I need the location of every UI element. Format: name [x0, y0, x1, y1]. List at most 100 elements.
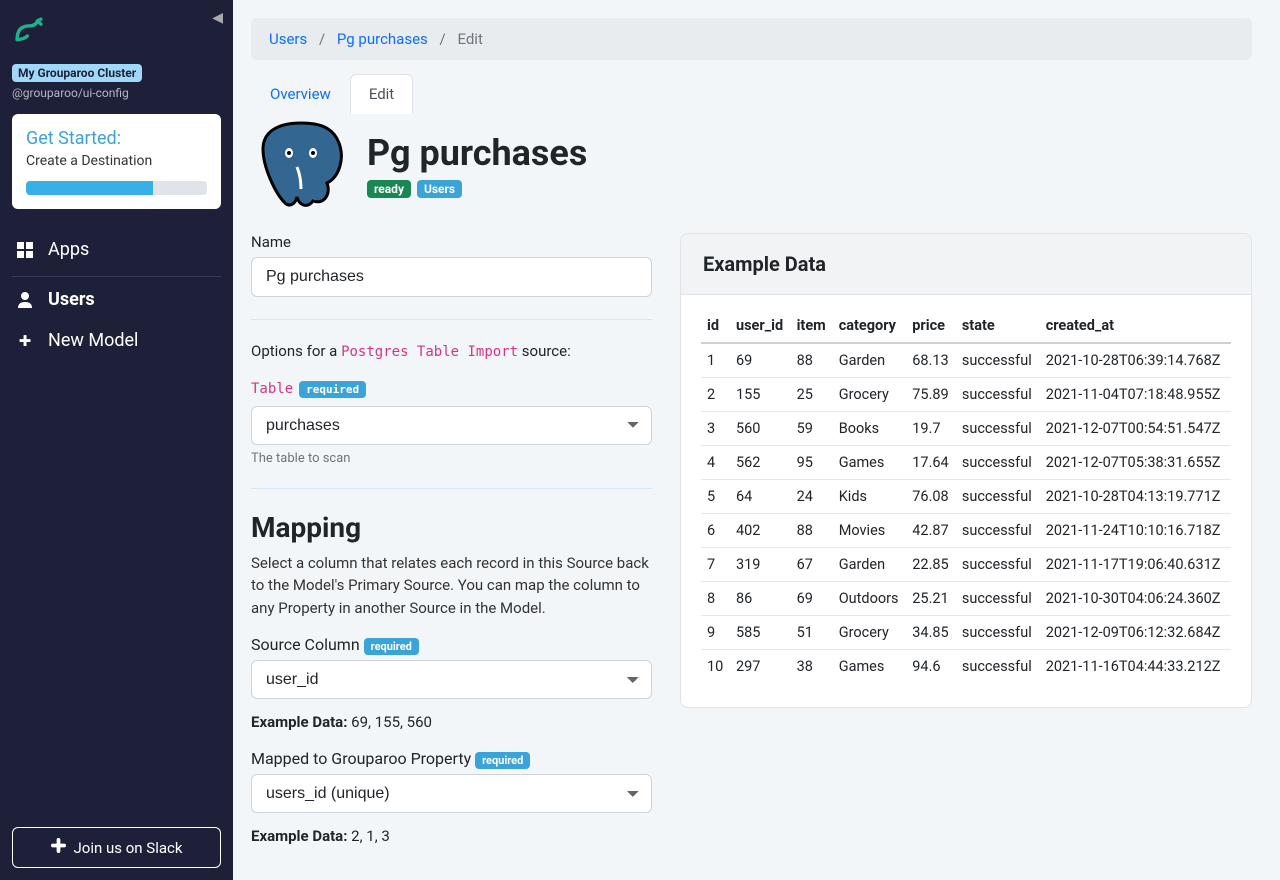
- progress-bar: [26, 181, 207, 195]
- table-cell: successful: [956, 514, 1040, 548]
- get-started-subtitle: Create a Destination: [26, 153, 207, 169]
- table-cell: 8: [701, 582, 730, 616]
- table-cell: 38: [791, 650, 833, 684]
- sidebar-item-apps[interactable]: Apps: [12, 229, 221, 270]
- table-cell: successful: [956, 378, 1040, 412]
- table-cell: 76.08: [906, 480, 956, 514]
- mapped-example-data: Example Data: 2, 1, 3: [251, 827, 652, 845]
- table-row: 56424Kids76.08successful2021-10-28T04:13…: [701, 480, 1231, 514]
- sidebar-item-new-model[interactable]: ✚ New Model: [12, 320, 221, 361]
- source-column-label: Source Column required: [251, 635, 652, 654]
- table-cell: 6: [701, 514, 730, 548]
- name-input[interactable]: [251, 257, 652, 297]
- table-row: 88669Outdoors25.21successful2021-10-30T0…: [701, 582, 1231, 616]
- table-cell: 402: [730, 514, 791, 548]
- table-label: Table required: [251, 381, 366, 398]
- table-cell: 25.21: [906, 582, 956, 616]
- table-cell: 2021-11-16T04:44:33.212Z: [1040, 650, 1231, 684]
- table-row: 958551Grocery34.85successful2021-12-09T0…: [701, 616, 1231, 650]
- sidebar: ◀ My Grouparoo Cluster @grouparoo/ui-con…: [0, 0, 233, 880]
- table-row: 215525Grocery75.89successful2021-11-04T0…: [701, 378, 1231, 412]
- table-row: 731967Garden22.85successful2021-11-17T19…: [701, 548, 1231, 582]
- required-badge: required: [475, 752, 530, 769]
- breadcrumb-current: Edit: [457, 30, 482, 48]
- get-started-card[interactable]: Get Started: Create a Destination: [12, 114, 221, 209]
- table-cell: 88: [791, 343, 833, 378]
- grid-icon: [16, 242, 34, 258]
- table-cell: 42.87: [906, 514, 956, 548]
- table-cell: 95: [791, 446, 833, 480]
- table-cell: 562: [730, 446, 791, 480]
- table-cell: 69: [730, 343, 791, 378]
- sidebar-item-label: Users: [48, 289, 95, 310]
- table-cell: 560: [730, 412, 791, 446]
- tab-overview[interactable]: Overview: [251, 74, 350, 114]
- table-cell: successful: [956, 650, 1040, 684]
- nav-divider: [12, 276, 221, 277]
- table-cell: 585: [730, 616, 791, 650]
- table-cell: successful: [956, 616, 1040, 650]
- breadcrumb-link-users[interactable]: Users: [269, 30, 307, 48]
- table-cell: Grocery: [833, 616, 907, 650]
- table-cell: 25: [791, 378, 833, 412]
- join-slack-button[interactable]: Join us on Slack: [12, 827, 221, 868]
- mapped-property-label: Mapped to Grouparoo Property required: [251, 749, 652, 768]
- table-row: 356059Books19.7successful2021-12-07T00:5…: [701, 412, 1231, 446]
- user-icon: [16, 292, 34, 308]
- table-row: 456295Games17.64successful2021-12-07T05:…: [701, 446, 1231, 480]
- table-cell: 67: [791, 548, 833, 582]
- table-cell: Movies: [833, 514, 907, 548]
- table-cell: Games: [833, 446, 907, 480]
- sidebar-item-label: Apps: [48, 239, 89, 260]
- example-data-title: Example Data: [681, 234, 1251, 295]
- sidebar-collapse-icon[interactable]: ◀: [212, 10, 223, 26]
- grouparoo-logo-icon: [12, 14, 46, 48]
- table-cell: successful: [956, 343, 1040, 378]
- table-cell: successful: [956, 548, 1040, 582]
- status-badge-ready: ready: [367, 180, 411, 198]
- breadcrumb-sep: /: [440, 30, 446, 48]
- table-row: 16988Garden68.13successful2021-10-28T06:…: [701, 343, 1231, 378]
- table-cell: 75.89: [906, 378, 956, 412]
- options-label: Options for a Postgres Table Import sour…: [251, 342, 652, 360]
- table-header: created_at: [1040, 309, 1231, 343]
- table-row: 1029738Games94.6successful2021-11-16T04:…: [701, 650, 1231, 684]
- table-cell: 19.7: [906, 412, 956, 446]
- status-badge-users: Users: [417, 180, 462, 198]
- table-cell: 22.85: [906, 548, 956, 582]
- table-cell: 10: [701, 650, 730, 684]
- mapped-property-select[interactable]: users_id (unique): [251, 774, 652, 813]
- name-label: Name: [251, 233, 652, 251]
- table-cell: 34.85: [906, 616, 956, 650]
- table-cell: 2021-10-28T06:39:14.768Z: [1040, 343, 1231, 378]
- table-cell: 3: [701, 412, 730, 446]
- table-cell: 2021-10-30T04:06:24.360Z: [1040, 582, 1231, 616]
- table-header: category: [833, 309, 907, 343]
- sidebar-item-users[interactable]: Users: [12, 279, 221, 320]
- table-cell: 4: [701, 446, 730, 480]
- breadcrumb: Users / Pg purchases / Edit: [251, 18, 1252, 60]
- source-column-select[interactable]: user_id: [251, 660, 652, 699]
- table-cell: successful: [956, 446, 1040, 480]
- table-cell: 86: [730, 582, 791, 616]
- tab-edit[interactable]: Edit: [350, 74, 413, 114]
- table-cell: 59: [791, 412, 833, 446]
- example-data-table: iduser_iditemcategorypricestatecreated_a…: [701, 309, 1231, 683]
- table-cell: successful: [956, 412, 1040, 446]
- table-cell: Grocery: [833, 378, 907, 412]
- source-example-data: Example Data: 69, 155, 560: [251, 713, 652, 731]
- table-cell: Outdoors: [833, 582, 907, 616]
- table-cell: 2021-10-28T04:13:19.771Z: [1040, 480, 1231, 514]
- divider: [251, 319, 652, 320]
- table-cell: 64: [730, 480, 791, 514]
- logo: [12, 12, 221, 62]
- table-select[interactable]: purchases: [251, 406, 652, 445]
- table-cell: 2021-12-07T00:54:51.547Z: [1040, 412, 1231, 446]
- example-data-card: Example Data iduser_iditemcategoryprices…: [680, 233, 1252, 708]
- postgres-icon: [251, 115, 351, 215]
- table-header: user_id: [730, 309, 791, 343]
- table-cell: 297: [730, 650, 791, 684]
- breadcrumb-link-source[interactable]: Pg purchases: [337, 30, 428, 48]
- table-cell: 69: [791, 582, 833, 616]
- table-help-text: The table to scan: [251, 451, 652, 466]
